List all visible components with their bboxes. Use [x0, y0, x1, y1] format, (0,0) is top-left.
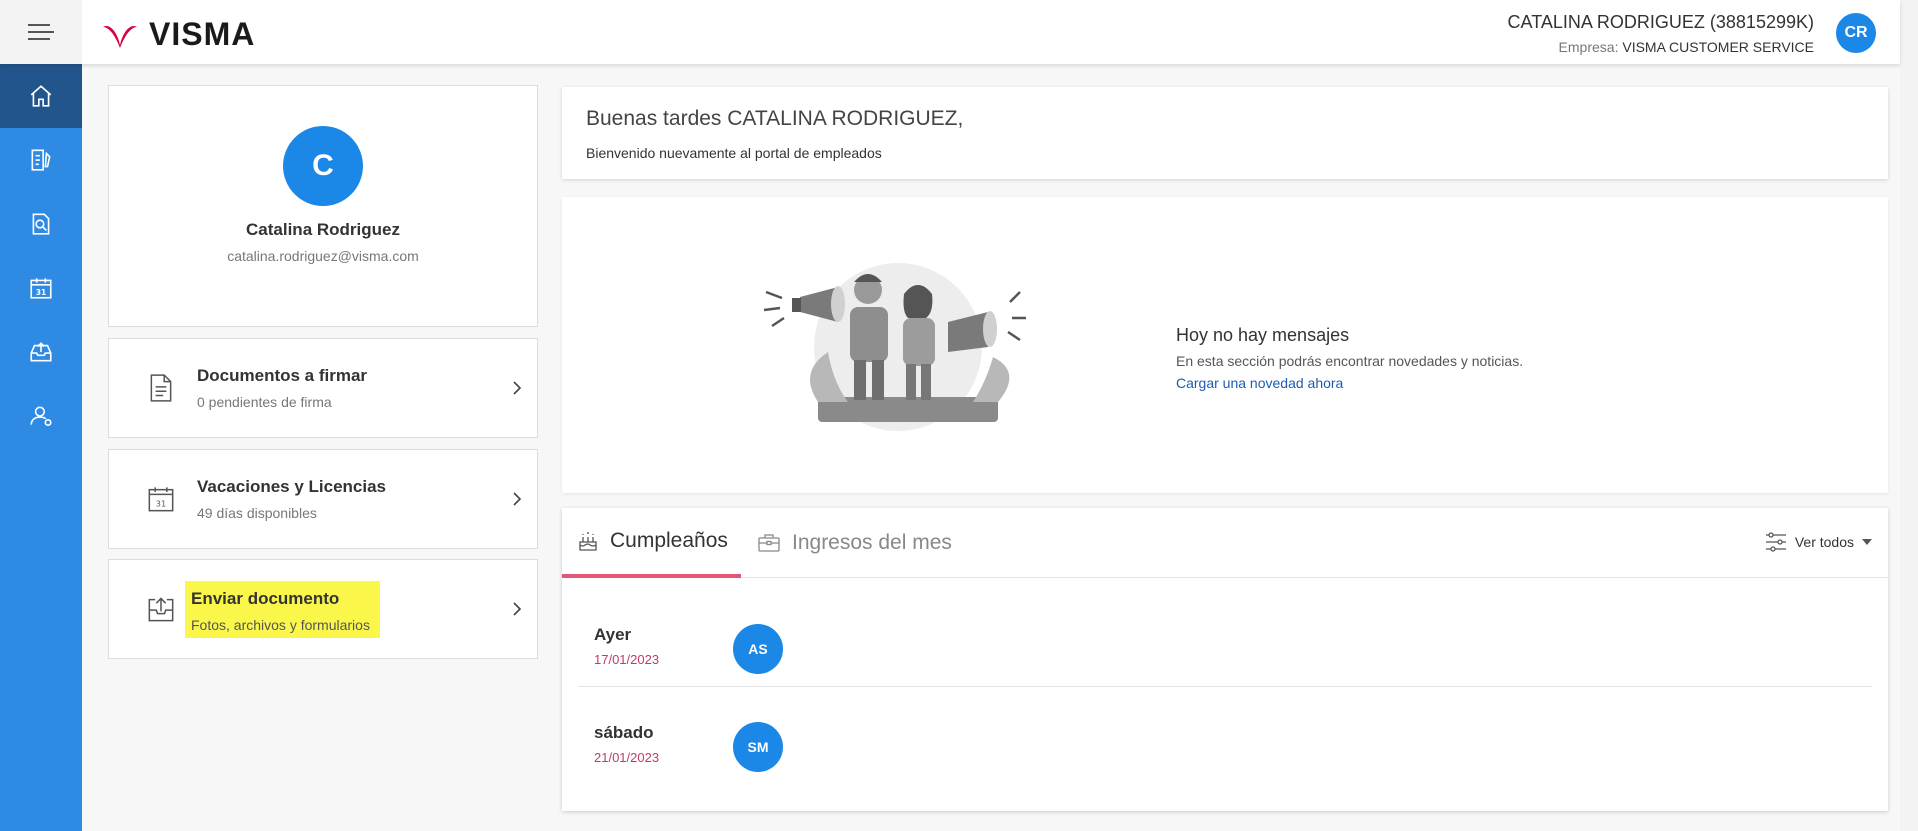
- svg-text:31: 31: [36, 288, 47, 297]
- visma-swoosh-icon: [103, 25, 137, 48]
- menu-toggle-button[interactable]: [0, 0, 82, 64]
- send-document-card[interactable]: Enviar documento Fotos, archivos y formu…: [108, 559, 538, 659]
- chevron-right-icon: [513, 602, 522, 616]
- birthday-row: Ayer 17/01/2023 AS: [578, 579, 1872, 687]
- user-name: CATALINA RODRIGUEZ (38815299K): [1507, 12, 1814, 32]
- action-subtitle: Fotos, archivos y formularios: [191, 616, 370, 633]
- view-all-dropdown[interactable]: Ver todos: [1765, 532, 1872, 552]
- visma-logo[interactable]: VISMA: [101, 16, 255, 53]
- upload-tray-icon: [148, 597, 174, 622]
- messages-title: Hoy no hay mensajes: [1176, 325, 1350, 345]
- birthday-tabs: Cumpleaños Ingresos del mes Ver todos: [562, 508, 1888, 578]
- profile-name: Catalina Rodriguez: [246, 220, 400, 239]
- home-icon: [30, 85, 52, 107]
- vacations-card[interactable]: 31 Vacaciones y Licencias 49 días dispon…: [108, 449, 538, 549]
- chevron-right-icon: [513, 492, 522, 506]
- tab-label: Ingresos del mes: [792, 531, 952, 554]
- tab-new-hires[interactable]: Ingresos del mes: [758, 508, 952, 578]
- greeting-text: Buenas tardes CATALINA RODRIGUEZ,: [586, 107, 964, 130]
- birthday-day: Ayer: [594, 625, 632, 644]
- action-subtitle: 49 días disponibles: [197, 505, 317, 521]
- messages-card: Hoy no hay mensajes En esta sección podr…: [562, 197, 1888, 493]
- sidebar-item-home[interactable]: [0, 64, 82, 128]
- birthday-row: sábado 21/01/2023 SM: [578, 688, 1872, 796]
- company-info: Empresa: VISMA CUSTOMER SERVICE: [1508, 39, 1814, 55]
- user-avatar[interactable]: CR: [1836, 13, 1876, 53]
- svg-text:31: 31: [156, 499, 166, 509]
- document-icon: [150, 374, 172, 402]
- highlighted-text: Enviar documento Fotos, archivos y formu…: [185, 580, 380, 638]
- user-settings-icon: [30, 406, 52, 427]
- tab-label: Cumpleaños: [610, 529, 728, 552]
- calendar-icon: 31: [148, 487, 174, 512]
- filter-sliders-icon: [1765, 532, 1786, 552]
- caret-down-icon: [1862, 539, 1872, 545]
- birthday-date: 21/01/2023: [594, 750, 660, 765]
- messages-subtitle: En esta sección podrás encontrar novedad…: [1176, 353, 1524, 369]
- welcome-subtitle: Bienvenido nuevamente al portal de emple…: [586, 145, 882, 161]
- birthday-date: 17/01/2023: [594, 652, 660, 667]
- load-news-link[interactable]: Cargar una novedad ahora: [1176, 375, 1523, 391]
- birthday-day: sábado: [594, 723, 654, 742]
- document-search-icon: [32, 213, 50, 235]
- megaphone-people-illustration: [763, 263, 1026, 431]
- cake-icon: [579, 532, 597, 551]
- sidebar-item-send-document[interactable]: [0, 320, 82, 384]
- top-bar: VISMA CATALINA RODRIGUEZ (38815299K) Emp…: [0, 0, 1900, 64]
- action-subtitle: 0 pendientes de firma: [197, 394, 332, 410]
- inbox-upload-icon: [30, 342, 52, 362]
- company-name: VISMA CUSTOMER SERVICE: [1622, 39, 1814, 55]
- tab-birthdays[interactable]: Cumpleaños: [562, 508, 741, 578]
- profile-card: C Catalina Rodriguez catalina.rodriguez@…: [108, 85, 538, 327]
- birthday-avatar[interactable]: SM: [733, 722, 783, 772]
- messages-text: Hoy no hay mensajes En esta sección podr…: [1176, 325, 1523, 391]
- chevron-right-icon: [513, 381, 522, 395]
- briefcase-icon: [758, 534, 780, 552]
- sidebar-item-calendar[interactable]: 31: [0, 256, 82, 320]
- page-scrollbar[interactable]: [1900, 0, 1918, 831]
- welcome-card: Buenas tardes CATALINA RODRIGUEZ, Bienve…: [562, 87, 1888, 179]
- user-info: CATALINA RODRIGUEZ (38815299K) Empresa: …: [1508, 12, 1814, 55]
- hamburger-icon: [28, 24, 54, 40]
- sidebar-item-search-documents[interactable]: [0, 192, 82, 256]
- action-title: Documentos a firmar: [197, 366, 368, 385]
- sidebar-item-documents[interactable]: [0, 128, 82, 192]
- documents-sign-icon: [31, 149, 51, 171]
- action-title: Enviar documento: [191, 588, 340, 608]
- profile-email: catalina.rodriguez@visma.com: [227, 248, 419, 264]
- birthdays-card: Cumpleaños Ingresos del mes Ver todos Ay…: [562, 508, 1888, 811]
- profile-avatar: C: [283, 126, 363, 206]
- calendar-icon: 31: [30, 278, 52, 299]
- action-title: Vacaciones y Licencias: [197, 477, 387, 496]
- birthday-avatar[interactable]: AS: [733, 624, 783, 674]
- sidebar-item-profile[interactable]: [0, 384, 82, 448]
- view-all-label: Ver todos: [1794, 534, 1854, 550]
- logo-text: VISMA: [149, 16, 256, 52]
- sidebar: 31: [0, 64, 82, 831]
- company-label: Empresa:: [1558, 39, 1619, 55]
- documents-to-sign-card[interactable]: Documentos a firmar 0 pendientes de firm…: [108, 338, 538, 438]
